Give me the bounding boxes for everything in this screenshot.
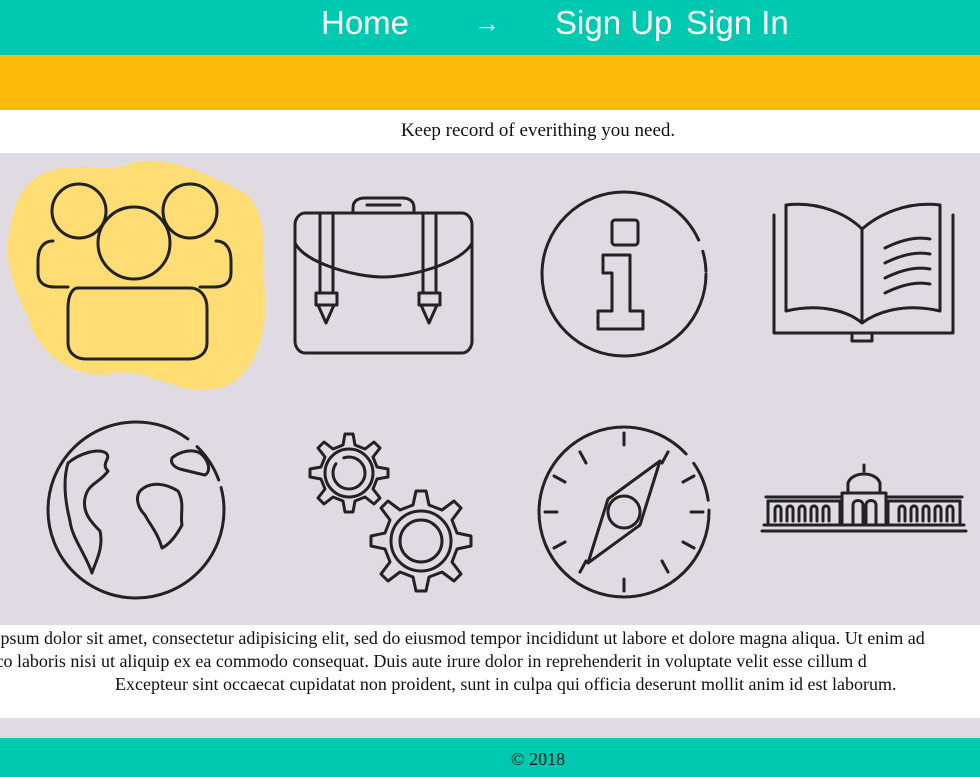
tagline-section: Keep record of everithing you need. bbox=[0, 110, 980, 153]
lorem-line-2: quis nostrud exercitation ullamco labori… bbox=[0, 651, 867, 671]
nav-signup-link[interactable]: Sign Up bbox=[555, 3, 672, 43]
nav-home-link[interactable]: Home bbox=[321, 3, 409, 43]
globe-icon[interactable] bbox=[46, 420, 226, 600]
tagline-text: Keep record of everithing you need. bbox=[400, 120, 676, 141]
lorem-line-1: Lorem ipsum dolor sit amet, consectetur … bbox=[0, 628, 925, 648]
compass-icon[interactable] bbox=[537, 425, 711, 599]
icon-grid bbox=[0, 153, 980, 625]
footer-copyright: © 2018 bbox=[510, 749, 566, 769]
book-icon[interactable] bbox=[772, 202, 955, 343]
briefcase-icon[interactable] bbox=[293, 196, 474, 355]
info-icon[interactable] bbox=[540, 190, 708, 358]
footer-spacer bbox=[0, 718, 980, 738]
gears-icon[interactable] bbox=[308, 432, 473, 593]
nav-signin-link[interactable]: Sign In bbox=[686, 3, 789, 43]
lorem-section: Lorem ipsum dolor sit amet, consectetur … bbox=[0, 625, 980, 718]
building-icon[interactable] bbox=[760, 463, 968, 533]
lorem-line-3: Excepteur sint occaecat cupidatat non pr… bbox=[115, 674, 897, 694]
banner bbox=[0, 55, 980, 110]
nav-arrow: → bbox=[474, 8, 500, 38]
footer: © 2018 bbox=[0, 738, 980, 777]
users-icon[interactable] bbox=[7, 160, 266, 391]
navbar: Home → Sign Up Sign In bbox=[0, 0, 980, 55]
